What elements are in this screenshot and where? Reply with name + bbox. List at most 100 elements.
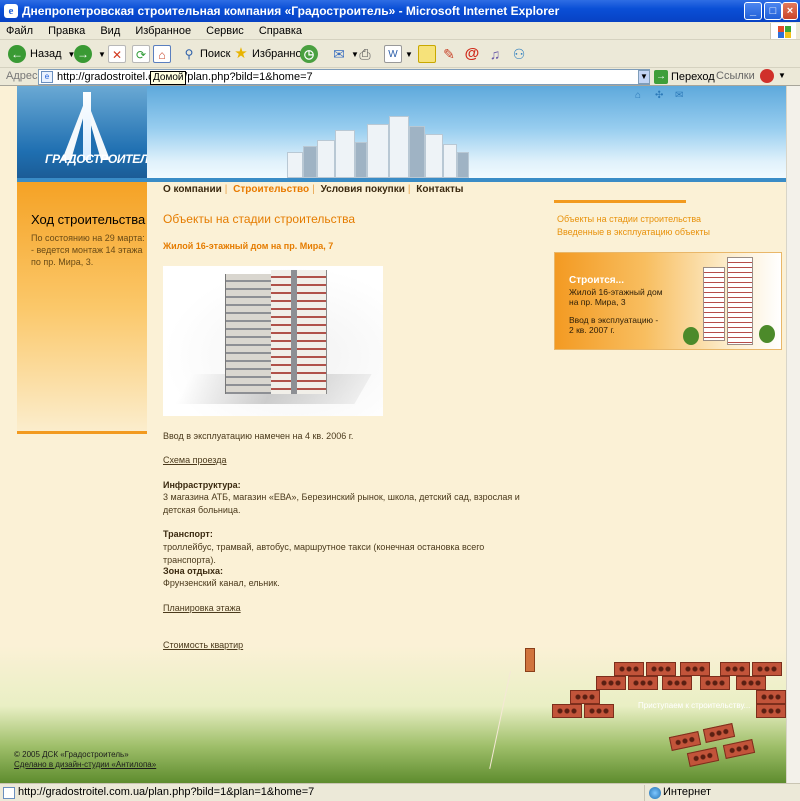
status-url: http://gradostroitel.com.ua/plan.php?bil… — [18, 786, 315, 798]
transport-text: троллейбус, трамвай, автобус, маршрутное… — [163, 542, 485, 565]
menu-tools[interactable]: Сервис — [200, 22, 250, 38]
page-icon: e — [41, 71, 53, 83]
search-label: Поиск — [200, 48, 231, 60]
refresh-icon: ⟳ — [132, 45, 150, 63]
print-button[interactable]: ⎙ — [356, 43, 374, 65]
media-button[interactable]: ♫ — [486, 43, 504, 65]
forward-arrow-icon: → — [74, 45, 92, 63]
discuss-button[interactable] — [418, 43, 436, 65]
mail-icon[interactable]: ✉ — [675, 90, 683, 101]
promo-line: Ввод в эксплуатацию - — [569, 315, 659, 325]
users-button[interactable]: ⚇ — [510, 43, 528, 65]
nav-purchase-terms[interactable]: Условия покупки — [321, 184, 405, 195]
page-title: Объекты на стадии строительства — [163, 212, 356, 226]
sitemap-icon[interactable]: ✣ — [655, 90, 663, 101]
stop-icon: ✕ — [108, 45, 126, 63]
menu-bar: Файл Правка Вид Избранное Сервис Справка — [0, 22, 800, 40]
promo-line: 2 кв. 2007 г. — [569, 325, 615, 335]
windows-flag-icon — [770, 23, 796, 39]
logo-text: ГРАДОСТРОИТЕЛЬ — [45, 152, 157, 166]
back-button[interactable]: ← Назад ▼ — [8, 43, 75, 65]
go-label: Переход — [671, 71, 715, 83]
link-completed-objects[interactable]: Введенные в эксплуатацию объекты — [557, 227, 710, 237]
page-viewport: ГРАДОСТРОИТЕЛЬ ⌂ ✣ ✉ Ход строительства П… — [0, 86, 786, 783]
research-button[interactable]: ✎ — [440, 43, 458, 65]
media-icon: ♫ — [489, 46, 501, 62]
toolbar: ← Назад ▼ → ▼ ✕ ⟳ ⌂ ⚲ Поиск ★ Избранное … — [0, 40, 800, 68]
go-button[interactable]: → Переход — [654, 69, 715, 85]
link-objects-under-construction[interactable]: Объекты на стадии строительства — [557, 214, 701, 224]
design-studio-link[interactable]: Сделано в дизайн-студии «Антилопа» — [14, 760, 156, 770]
chevron-down-icon: ▼ — [405, 49, 413, 59]
home-icon[interactable]: ⌂ — [635, 90, 641, 101]
home-tooltip: Домой — [150, 71, 187, 85]
history-button[interactable]: ◷ — [300, 43, 318, 65]
floor-plan-link[interactable]: Планировка этажа — [163, 603, 241, 613]
search-icon: ⚲ — [184, 47, 194, 61]
mail-button[interactable]: ✉ ▼ — [330, 43, 359, 65]
commission-text: Ввод в эксплуатацию намечен на 4 кв. 200… — [163, 431, 354, 441]
window-titlebar: e Днепропетровская строительная компания… — [0, 0, 800, 22]
menu-favorites[interactable]: Избранное — [129, 22, 197, 38]
promo-line: Жилой 16-этажный дом — [569, 287, 663, 297]
printer-icon: ⎙ — [359, 46, 371, 62]
promo-building — [703, 267, 725, 341]
route-map-link[interactable]: Схема проезда — [163, 455, 226, 465]
word-icon: W — [384, 45, 402, 63]
chevron-down-icon[interactable]: ▼ — [778, 71, 786, 80]
nav-contacts[interactable]: Контакты — [416, 184, 463, 195]
vertical-scrollbar[interactable] — [786, 86, 800, 783]
header-banner: ⌂ ✣ ✉ — [147, 86, 786, 180]
mail-icon: ✉ — [333, 46, 345, 62]
survey-peg — [525, 648, 535, 672]
site-footer: © 2005 ДСК «Градостроитель» Сделано в ди… — [14, 750, 156, 770]
back-arrow-icon: ← — [8, 45, 26, 63]
minimize-button[interactable]: _ — [744, 2, 762, 20]
site-logo[interactable]: ГРАДОСТРОИТЕЛЬ — [17, 86, 157, 180]
window-title: Днепропетровская строительная компания «… — [22, 4, 560, 18]
users-icon: ⚇ — [512, 46, 526, 62]
maximize-button[interactable]: □ — [764, 2, 782, 20]
at-icon: @ — [464, 45, 480, 62]
close-button[interactable]: × — [782, 2, 798, 20]
menu-file[interactable]: Файл — [0, 22, 39, 38]
edit-button[interactable]: W ▼ — [384, 43, 413, 65]
building-image — [163, 266, 383, 416]
tree — [683, 327, 699, 345]
research-icon: ✎ — [443, 46, 455, 62]
progress-title: Ход строительства — [31, 212, 146, 227]
recreation-text: Фрунзенский канал, ельник. — [163, 578, 280, 588]
copyright-text: © 2005 ДСК «Градостроитель» — [14, 750, 129, 759]
forward-button[interactable]: → ▼ — [74, 43, 106, 65]
progress-text: По состоянию на 29 марта: - ведется монт… — [31, 233, 145, 267]
messenger-button[interactable]: @ — [463, 43, 481, 65]
addon-icon[interactable] — [760, 69, 774, 83]
go-arrow-icon: → — [654, 70, 668, 84]
apartment-cost-link[interactable]: Стоимость квартир — [163, 640, 243, 650]
nav-construction[interactable]: Строительство — [233, 184, 309, 195]
page-icon — [3, 787, 15, 799]
back-label: Назад — [30, 48, 62, 60]
nav-about[interactable]: О компании — [163, 184, 222, 195]
zone-label: Интернет — [663, 786, 711, 798]
links-label[interactable]: Ссылки — [716, 70, 755, 82]
favorites-button[interactable]: ★ Избранное — [232, 43, 307, 65]
menu-view[interactable]: Вид — [94, 22, 126, 38]
menu-edit[interactable]: Правка — [42, 22, 91, 38]
stop-button[interactable]: ✕ — [108, 43, 126, 65]
address-label: Адрес: — [6, 70, 41, 82]
promo-banner[interactable]: Строится... Жилой 16-этажный дом на пр. … — [554, 252, 782, 350]
object-title: Жилой 16-этажный дом на пр. Мира, 7 — [163, 241, 334, 251]
history-icon: ◷ — [300, 45, 318, 63]
promo-title: Строится... — [569, 275, 624, 286]
chevron-down-icon: ▼ — [98, 49, 106, 59]
ie-icon: e — [4, 4, 18, 18]
refresh-button[interactable]: ⟳ — [132, 43, 150, 65]
skyline-building — [287, 152, 303, 178]
address-dropdown-icon[interactable]: ▼ — [638, 70, 650, 84]
address-input[interactable]: e http://gradostroitel.com.ua/plan.php?b… — [38, 69, 650, 85]
menu-help[interactable]: Справка — [253, 22, 308, 38]
search-button[interactable]: ⚲ Поиск — [180, 43, 231, 65]
note-icon — [418, 45, 436, 63]
home-button[interactable]: ⌂ — [153, 43, 171, 65]
